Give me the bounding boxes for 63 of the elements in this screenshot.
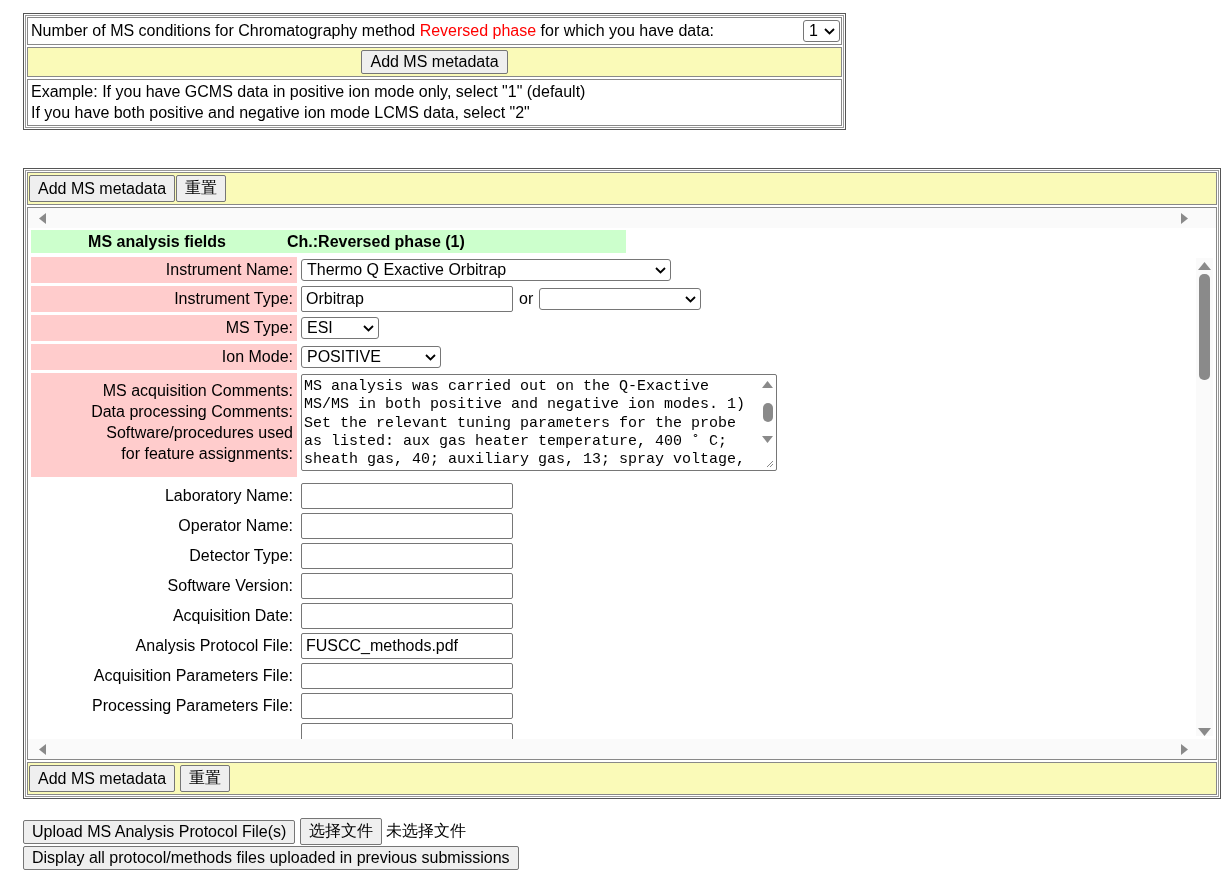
text-field[interactable]: Orbitrap [301, 286, 513, 312]
left-arrow-icon [39, 743, 46, 755]
dropdown[interactable]: ESI [301, 317, 379, 339]
field-label: Laboratory Name: [163, 486, 294, 506]
text-field[interactable] [301, 603, 513, 629]
up-arrow-icon [762, 381, 773, 388]
caret-icon [685, 295, 697, 303]
text-field[interactable] [301, 663, 513, 689]
text-field[interactable] [301, 543, 513, 569]
conditions-prompt: Number of MS conditions for Chromatography method Reversed phase for which you have data: [31, 22, 715, 40]
or-text: or [519, 290, 534, 308]
resize-grip-icon[interactable] [765, 459, 774, 468]
text-field[interactable]: FUSCC_methods.pdf [301, 633, 513, 659]
scrollbar-thumb[interactable] [762, 402, 773, 422]
field-label: Acquisition Date: [171, 606, 294, 626]
add-metadata-button[interactable]: Add MS metadata [29, 175, 176, 202]
field-label: Processing Parameters File: [91, 696, 294, 716]
right-arrow-icon [1181, 743, 1188, 755]
example-text: If you have both positive and negative ion mode LCMS data, select "2" [31, 103, 531, 123]
text-field[interactable] [301, 573, 513, 599]
down-arrow-icon [762, 436, 773, 443]
caret-icon [824, 27, 835, 35]
caret-icon [655, 266, 666, 274]
field-label: Analysis Protocol File: [134, 636, 294, 656]
column-header: MS analysis fields [31, 230, 283, 253]
caret-icon [363, 324, 374, 332]
comments-textarea[interactable]: MS analysis was carried out on the Q-Exactive MS/MS in both positive and negative ion modes. 1) Set the relevant tuning parameters for the probe as listed: aux gas heater temperature, 400 ˚ C; sheath gas, 40; auxiliary gas, 13; spray voltage, [301, 374, 777, 471]
horizontal-scrollbar[interactable] [28, 208, 1216, 228]
up-arrow-icon [1198, 262, 1211, 270]
field-label: Instrument Type: [31, 286, 297, 312]
example-text: Example: If you have GCMS data in positive ion mode only, select "1" (default) [31, 82, 587, 102]
column-header: Ch.:Reversed phase (1) [283, 230, 626, 253]
horizontal-scrollbar[interactable] [28, 739, 1216, 759]
no-file-text: 未选择文件 [386, 821, 467, 841]
textarea-scrollbar[interactable] [761, 381, 774, 443]
count-select[interactable]: 1 [803, 20, 840, 42]
reset-button[interactable]: 重置 [180, 765, 231, 792]
field-label: MS Type: [31, 315, 297, 341]
caret-icon [425, 353, 436, 361]
dropdown[interactable]: POSITIVE [301, 346, 441, 368]
left-arrow-icon [39, 212, 46, 224]
down-arrow-icon [1198, 728, 1211, 736]
field-label: MS acquisition Comments: Data processing Comments: Software/procedures used for feature assignments: [31, 373, 297, 477]
text-field[interactable] [301, 513, 513, 539]
field-label: Acquisition Parameters File: [92, 666, 294, 686]
field-label: Detector Type: [188, 546, 294, 566]
vertical-scrollbar[interactable] [1196, 258, 1213, 736]
add-metadata-button[interactable]: Add MS metadata [29, 765, 176, 792]
field-label: Operator Name: [177, 516, 294, 536]
dropdown[interactable] [539, 288, 702, 310]
right-arrow-icon [1181, 212, 1188, 224]
choose-file-button[interactable]: 选择文件 [300, 818, 383, 845]
add-metadata-button[interactable]: Add MS metadata [361, 50, 508, 74]
field-label: Ion Mode: [31, 344, 297, 370]
text-field[interactable] [301, 693, 513, 719]
field-label: Instrument Name: [31, 257, 297, 283]
reset-button[interactable]: 重置 [176, 175, 227, 202]
text-field[interactable] [301, 483, 513, 509]
display-files-button[interactable]: Display all protocol/methods files uploaded in previous submissions [23, 846, 519, 870]
field-label: Software Version: [166, 576, 294, 596]
upload-button[interactable]: Upload MS Analysis Protocol File(s) [23, 819, 296, 844]
dropdown[interactable]: Thermo Q Exactive Orbitrap [301, 259, 671, 281]
scrollbar-thumb[interactable] [1199, 274, 1210, 380]
